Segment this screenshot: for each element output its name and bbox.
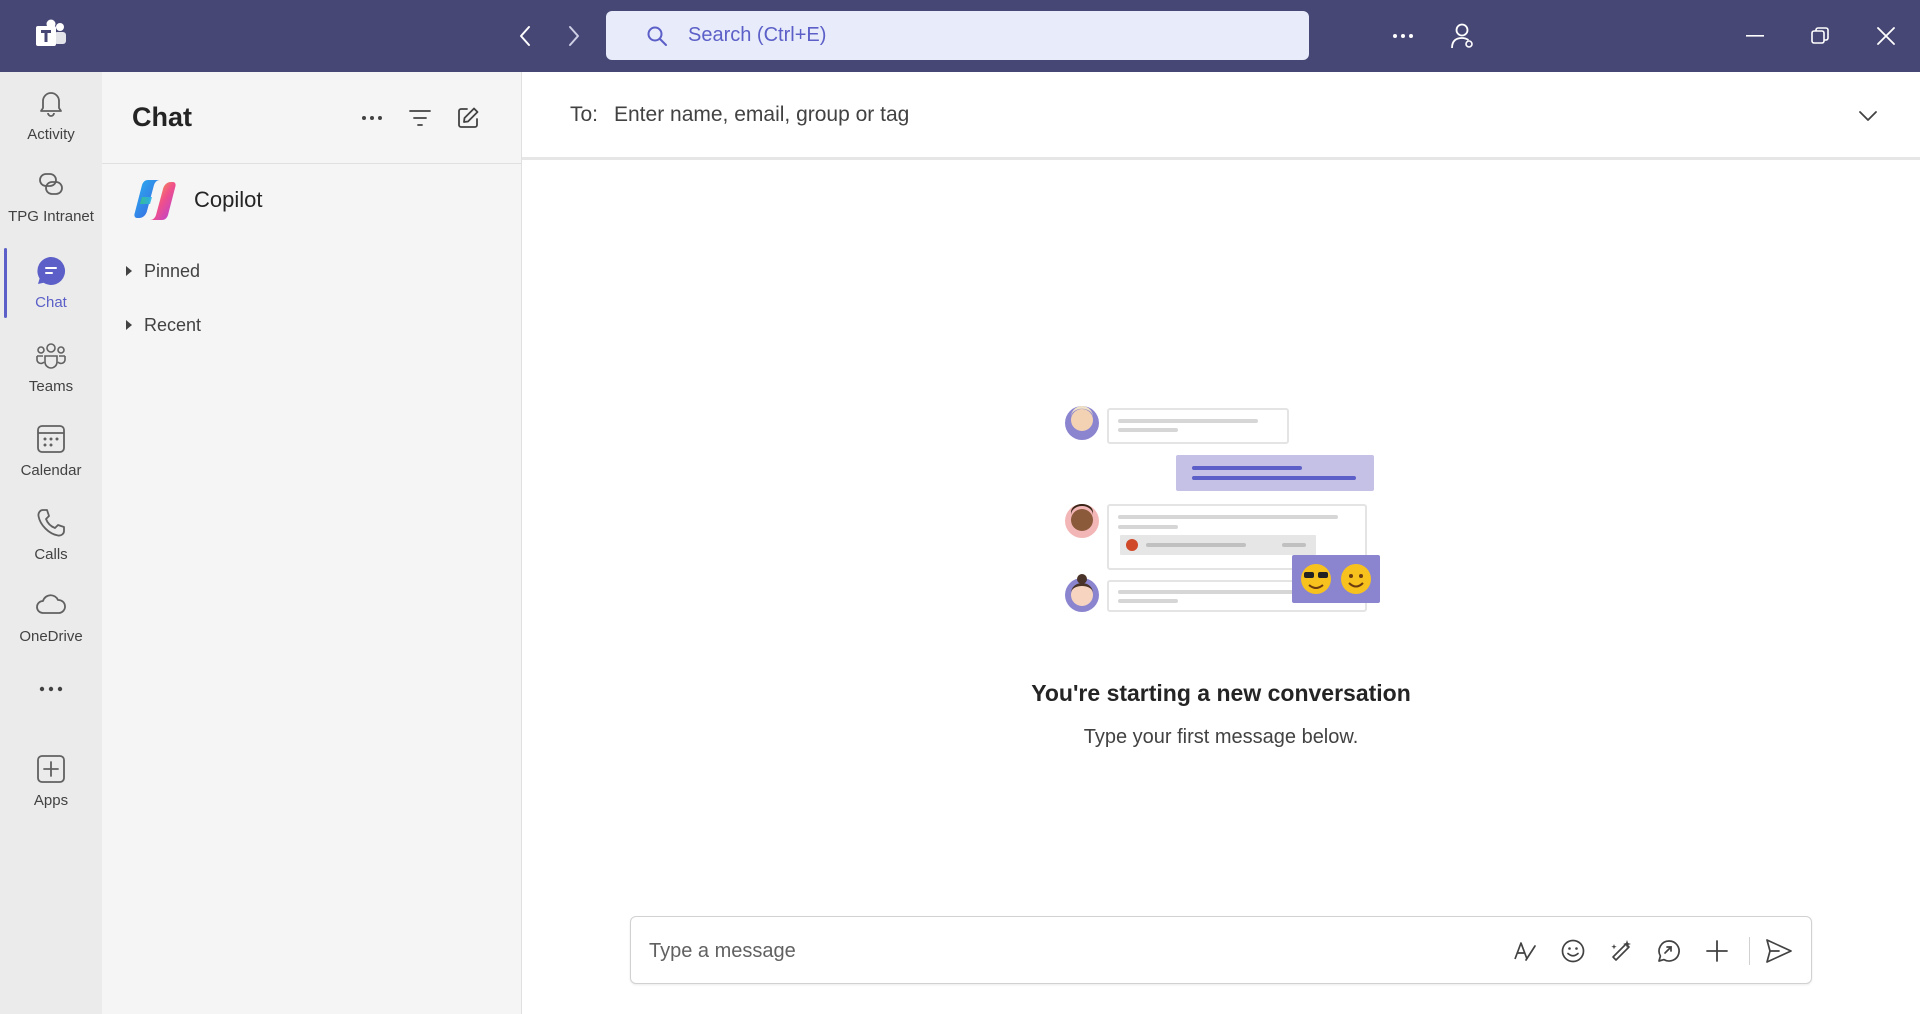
main-conversation-area: To: Enter name, email, group or tag You'… xyxy=(522,72,1920,1014)
profile-button[interactable] xyxy=(1446,20,1478,52)
more-horizontal-icon xyxy=(39,686,63,692)
rail-item-teams[interactable]: Teams xyxy=(0,328,102,406)
app-rail: Activity TPG Intranet Chat Teams Calenda… xyxy=(0,72,102,1014)
composer-divider xyxy=(1749,937,1750,965)
rail-item-chat[interactable]: Chat xyxy=(0,244,102,322)
emoji-reaction-illustration xyxy=(1292,555,1380,603)
emoji-icon xyxy=(1561,939,1585,963)
send-icon xyxy=(1766,939,1792,963)
rail-label: Apps xyxy=(33,792,69,809)
rail-label: Calls xyxy=(34,546,68,563)
caret-right-icon xyxy=(126,266,132,276)
cloud-icon xyxy=(36,594,66,614)
rail-label: TPG Intranet xyxy=(8,208,94,225)
copilot-label: Copilot xyxy=(194,187,263,212)
calendar-icon xyxy=(37,425,65,453)
to-label: To: xyxy=(570,103,599,126)
rail-label: OneDrive xyxy=(19,628,83,645)
rail-label: Teams xyxy=(28,378,74,395)
copilot-rewrite-button[interactable] xyxy=(1603,933,1639,969)
rail-item-calls[interactable]: Calls xyxy=(0,496,102,574)
avatar-illustration-1 xyxy=(1065,406,1099,440)
chevron-left-icon xyxy=(520,26,530,46)
settings-more-button[interactable] xyxy=(1388,20,1418,52)
rail-item-tpg-intranet[interactable]: TPG Intranet xyxy=(0,158,102,236)
rail-item-activity[interactable]: Activity xyxy=(0,76,102,154)
chat-list-header: Chat xyxy=(102,72,522,164)
attach-actions-button[interactable] xyxy=(1699,933,1735,969)
section-label: Pinned xyxy=(144,260,201,281)
link-icon xyxy=(39,173,63,195)
minimize-button[interactable] xyxy=(1737,18,1773,54)
close-icon xyxy=(1877,27,1895,45)
rail-item-apps[interactable]: Apps xyxy=(0,742,102,820)
back-button[interactable] xyxy=(510,21,540,51)
format-text-icon xyxy=(1514,942,1536,961)
section-label: Recent xyxy=(144,314,202,335)
more-horizontal-icon xyxy=(1393,34,1413,38)
chat-icon xyxy=(37,256,66,285)
format-button[interactable] xyxy=(1507,933,1543,969)
chat-bubble-icon xyxy=(1658,940,1680,962)
teams-icon xyxy=(36,343,66,369)
avatar-illustration-2 xyxy=(1065,504,1099,538)
send-button[interactable] xyxy=(1761,933,1797,969)
message-composer xyxy=(630,916,1812,984)
filter-button[interactable] xyxy=(404,102,436,134)
compose-icon xyxy=(458,107,479,128)
chat-more-options-button[interactable] xyxy=(356,102,388,134)
loop-component-button[interactable] xyxy=(1651,933,1687,969)
recipient-bar: To: xyxy=(522,72,1920,160)
restore-icon xyxy=(1811,27,1829,44)
avatar-illustration-3 xyxy=(1065,574,1099,612)
rail-label: Chat xyxy=(35,294,67,311)
title-bar: Search (Ctrl+E) xyxy=(0,0,1920,72)
empty-state-subtitle: Type your first message below. xyxy=(1083,726,1359,748)
more-horizontal-icon xyxy=(362,116,382,120)
plus-icon xyxy=(1706,940,1728,962)
forward-button[interactable] xyxy=(559,21,589,51)
rail-label: Calendar xyxy=(20,462,82,479)
search-box[interactable]: Search (Ctrl+E) xyxy=(606,11,1309,60)
section-recent[interactable]: Recent xyxy=(122,308,502,342)
rail-item-calendar[interactable]: Calendar xyxy=(0,412,102,490)
empty-state-title: You're starting a new conversation xyxy=(1031,680,1411,706)
expand-recipients-button[interactable] xyxy=(1852,100,1884,132)
new-chat-button[interactable] xyxy=(452,102,484,134)
chevron-down-icon xyxy=(1859,111,1877,121)
add-apps-icon xyxy=(37,755,65,783)
section-pinned[interactable]: Pinned xyxy=(122,254,502,288)
close-button[interactable] xyxy=(1868,18,1904,54)
chat-item-copilot[interactable]: Copilot xyxy=(102,164,522,236)
rail-more-apps-button[interactable] xyxy=(0,669,102,709)
filter-icon xyxy=(409,110,431,126)
search-icon xyxy=(647,26,667,46)
person-icon xyxy=(1451,23,1473,49)
message-input[interactable] xyxy=(649,931,1469,971)
sparkle-pen-icon xyxy=(1611,940,1631,961)
phone-icon xyxy=(37,509,65,537)
teams-logo-icon[interactable] xyxy=(34,18,68,52)
search-placeholder: Search (Ctrl+E) xyxy=(688,24,827,46)
minimize-icon xyxy=(1746,35,1764,37)
caret-right-icon xyxy=(126,320,132,330)
restore-button[interactable] xyxy=(1802,18,1838,54)
rail-label: Activity xyxy=(27,126,75,143)
recipient-input[interactable] xyxy=(614,96,1714,134)
bell-icon xyxy=(40,92,62,117)
page-title: Chat xyxy=(132,102,192,132)
chat-list-pane: Chat Copilot Pinned Recent xyxy=(102,72,522,1014)
copilot-logo-icon xyxy=(134,180,176,220)
emoji-button[interactable] xyxy=(1555,933,1591,969)
rail-item-onedrive[interactable]: OneDrive xyxy=(0,578,102,656)
chevron-right-icon xyxy=(569,26,579,46)
